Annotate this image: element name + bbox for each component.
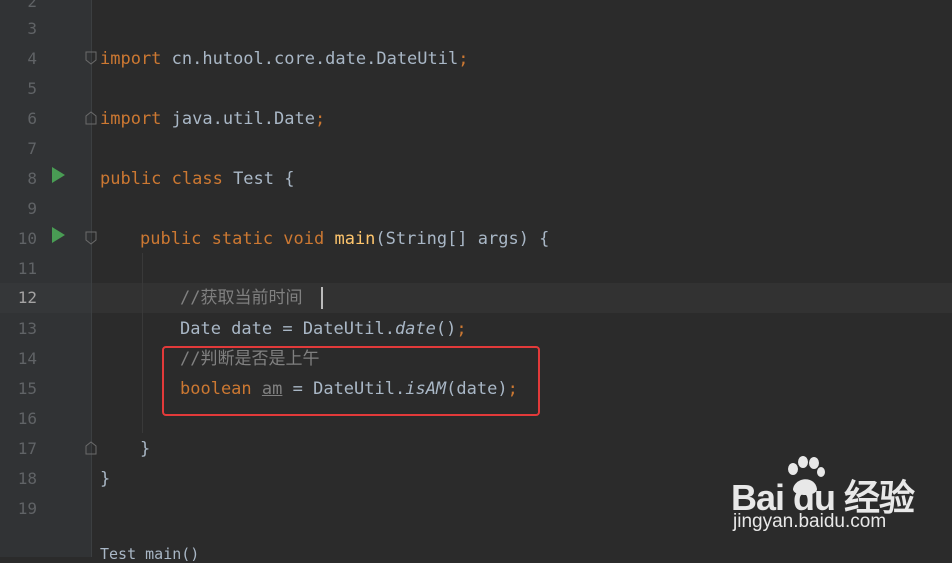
code-text: cn.hutool.core.date.DateUtil [161, 49, 459, 69]
line-number: 17 [17, 439, 37, 458]
static-method: date [394, 319, 436, 339]
indent-guide [142, 253, 143, 433]
breadcrumb: Test main() [100, 545, 200, 563]
semicolon: ; [458, 49, 469, 69]
fold-marker-icon[interactable] [85, 51, 97, 65]
line-number: 19 [17, 499, 37, 518]
run-main-icon[interactable] [51, 227, 65, 243]
line-number: 11 [17, 259, 37, 278]
line-number: 8 [27, 169, 37, 188]
code-line-4[interactable]: import cn.hutool.core.date.DateUtil; [100, 44, 468, 74]
semicolon: ; [314, 109, 326, 129]
line-number: 5 [27, 79, 37, 98]
code-text: } [100, 469, 111, 489]
code-text: java.util.Date [161, 109, 315, 129]
semicolon: ; [456, 319, 467, 339]
comment: //获取当前时间 [180, 288, 303, 308]
fold-end-icon[interactable] [85, 111, 97, 125]
text-caret [321, 287, 323, 309]
line-number: 16 [17, 409, 37, 428]
highlight-annotation-box [162, 346, 540, 416]
keyword: public class [100, 169, 223, 189]
code-line-10[interactable]: public static void main(String[] args) { [140, 224, 549, 254]
fold-end-icon[interactable] [85, 441, 97, 455]
code-line-8[interactable]: public class Test { [100, 164, 294, 194]
method-name: main [324, 229, 376, 249]
gutter-border [91, 0, 92, 557]
code-line-12[interactable]: //获取当前时间 [180, 283, 302, 313]
line-number: 7 [27, 139, 37, 158]
line-number-active: 12 [17, 288, 37, 307]
line-number: 9 [27, 199, 37, 218]
code-text: (String[] args) { [375, 229, 550, 249]
watermark-url: jingyan.baidu.com [733, 511, 887, 532]
keyword: public static void [140, 229, 325, 249]
code-text: } [140, 439, 151, 459]
line-number: 6 [27, 109, 37, 128]
baidu-jingyan-watermark: Bai du 经验 jingyan.baidu.com [731, 455, 941, 545]
line-number: 13 [17, 319, 37, 338]
code-line-17[interactable]: } [140, 434, 150, 464]
keyword: import [100, 49, 162, 69]
line-number: 3 [27, 19, 37, 38]
fold-marker-icon[interactable] [85, 231, 97, 245]
keyword: import [100, 109, 162, 129]
run-class-icon[interactable] [51, 167, 65, 183]
code-line-13[interactable]: Date date = DateUtil.date(); [180, 314, 467, 344]
line-number: 14 [17, 349, 37, 368]
code-text: Date date = DateUtil. [180, 319, 395, 339]
code-line-18[interactable]: } [100, 464, 110, 494]
line-number: 18 [17, 469, 37, 488]
line-number: 15 [17, 379, 37, 398]
code-text: () [435, 319, 457, 339]
code-line-6[interactable]: import java.util.Date; [100, 104, 325, 134]
line-number: 10 [17, 229, 37, 248]
line-number: 4 [27, 49, 37, 68]
code-text: Test { [222, 169, 295, 189]
